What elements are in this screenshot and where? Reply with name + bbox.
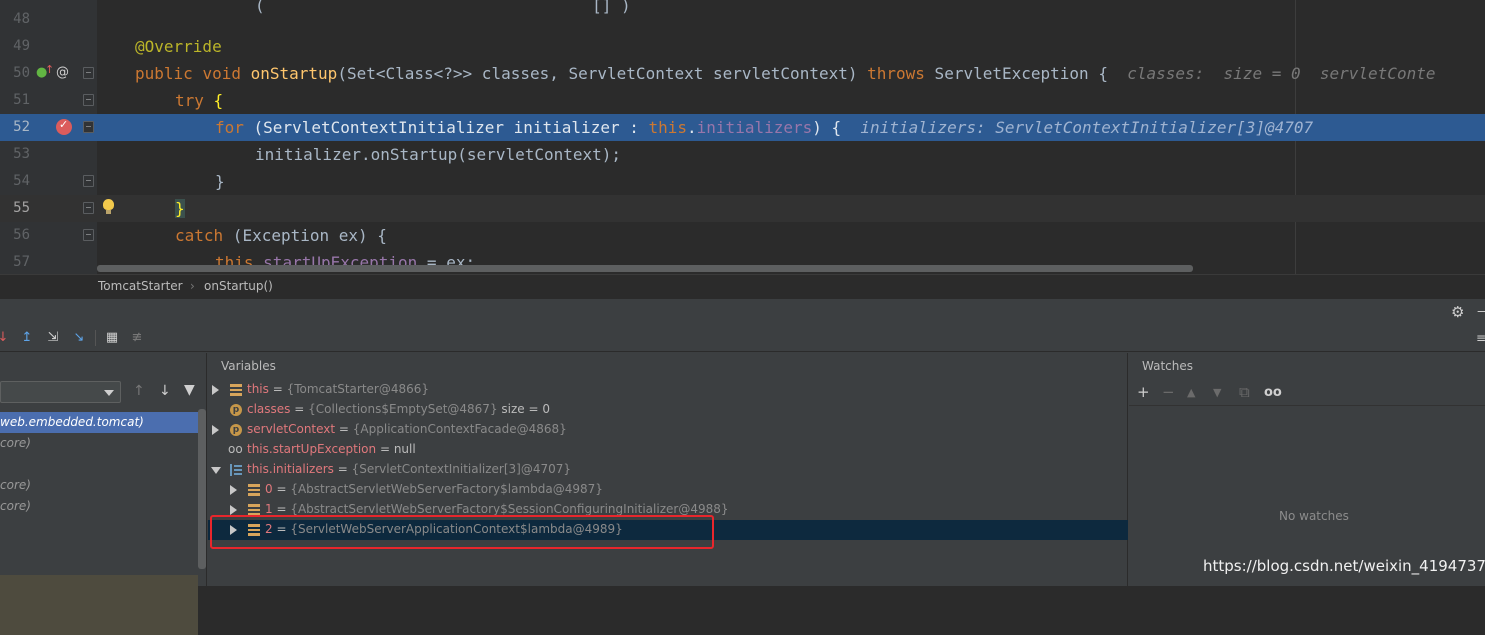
debug-toolbar: ↓ ↥ ⇲ ↘ ▦ ≢ ≡ (0, 324, 1485, 352)
add-watch-icon[interactable]: + (1137, 383, 1150, 401)
expand-arrow-icon[interactable] (230, 505, 237, 515)
settings-icon[interactable]: ⚙ (1451, 303, 1464, 321)
watch-glasses-icon: oo (228, 442, 243, 456)
horizontal-scrollbar[interactable] (97, 265, 1193, 272)
variables-title: Variables (221, 359, 276, 373)
fold-marker[interactable] (83, 202, 94, 214)
code-line-48: 48 (0, 6, 1485, 33)
frame-item[interactable]: core) (0, 475, 198, 496)
line-number: 54 (13, 173, 30, 189)
fold-marker[interactable] (83, 94, 94, 106)
move-up-icon[interactable]: ▲ (1187, 386, 1195, 399)
watches-toolbar: + − ▲ ▼ ⧉ oo (1129, 380, 1485, 406)
variable-row[interactable]: this = {TomcatStarter@4866} (208, 380, 1128, 400)
frame-item[interactable]: core) (0, 433, 198, 454)
code-line-56: 56 catch (Exception ex) { (0, 222, 1485, 249)
watermark: https://blog.csdn.net/weixin_41947378 (1203, 557, 1485, 575)
line-number: 49 (13, 38, 30, 54)
code-line-55-caret: 55 } (0, 195, 1485, 222)
expand-arrow-icon[interactable] (212, 385, 219, 395)
variable-row[interactable]: p servletContext = {ApplicationContextFa… (208, 420, 1128, 440)
object-icon (230, 384, 242, 396)
step-over-icon[interactable]: ↓ (0, 329, 12, 347)
watches-title: Watches (1142, 359, 1193, 373)
fold-marker[interactable] (83, 175, 94, 187)
evaluate-icon[interactable]: ▦ (103, 329, 121, 347)
code-line-49: 49 @Override (0, 33, 1485, 60)
variable-row[interactable]: p classes = {Collections$EmptySet@4867} … (208, 400, 1128, 420)
parameter-icon: p (230, 404, 242, 416)
frames-pane: ↑ ↓ ▼ web.embedded.tomcat) core) core) c… (0, 353, 207, 635)
method-signature: public void onStartup(Set<Class<?>> clas… (135, 64, 1436, 83)
breadcrumb: TomcatStarter › onStartup() (0, 274, 1485, 298)
trace-icon[interactable]: ≢ (128, 329, 146, 347)
array-icon (230, 464, 242, 476)
line-number: 56 (13, 227, 30, 243)
parameter-icon: p (230, 424, 242, 436)
code-line-53: 53 initializer.onStartup(servletContext)… (0, 141, 1485, 168)
line-number: 53 (13, 146, 30, 162)
layout-icon[interactable]: ≡ (1476, 331, 1485, 345)
expand-arrow-icon[interactable] (230, 485, 237, 495)
toolbar-divider (95, 330, 96, 346)
override-annotation: @Override (135, 37, 222, 56)
line-number: 57 (13, 254, 30, 270)
inline-debug-hint: classes: size = 0 servletConte (1127, 64, 1436, 83)
variable-row[interactable]: this.initializers = {ServletContextIniti… (208, 460, 1128, 480)
highlight-box (210, 515, 714, 549)
bulb-icon[interactable] (103, 199, 114, 214)
expand-arrow-icon[interactable] (212, 425, 219, 435)
breakpoint-icon[interactable] (56, 118, 72, 135)
object-icon (248, 484, 260, 496)
fold-marker[interactable] (83, 67, 94, 79)
force-step-into-icon[interactable]: ⇲ (44, 329, 62, 347)
watches-pane: Watches + − ▲ ▼ ⧉ oo No watches (1129, 353, 1485, 586)
duplicate-watch-icon[interactable]: ⧉ (1239, 383, 1250, 401)
code-line-51: 51 try { (0, 87, 1485, 114)
variable-row[interactable]: 0 = {AbstractServletWebServerFactory$lam… (208, 480, 1128, 500)
code-line-54: 54 } (0, 168, 1485, 195)
frame-down-icon[interactable]: ↓ (159, 383, 171, 399)
collapse-arrow-icon[interactable] (211, 467, 221, 474)
line-number: 52 (13, 119, 30, 135)
thread-select[interactable] (0, 381, 121, 403)
remove-watch-icon[interactable]: − (1162, 383, 1175, 401)
fold-marker[interactable] (83, 121, 94, 133)
breadcrumb-method[interactable]: onStartup() (204, 279, 273, 293)
line-number: 55 (13, 200, 30, 216)
move-down-icon[interactable]: ▼ (1213, 386, 1221, 399)
up-arrow-icon: ↑ (45, 63, 55, 76)
glasses-icon[interactable]: oo (1264, 385, 1282, 400)
minimize-icon[interactable]: — (1477, 304, 1485, 319)
frame-item[interactable]: core) (0, 496, 198, 517)
debug-header: ⚙ — (0, 298, 1485, 324)
inline-debug-hint: initializers: ServletContextInitializer[… (860, 118, 1314, 137)
frames-footer (0, 575, 198, 635)
no-watches-text: No watches (1279, 509, 1349, 523)
code-line-50: 50 ● ↑ @ public void onStartup(Set<Class… (0, 60, 1485, 87)
breadcrumb-class[interactable]: TomcatStarter (98, 279, 183, 293)
code-line-52-execution-point: 52 for (ServletContextInitializer initia… (0, 114, 1485, 141)
run-to-cursor-icon[interactable]: ↘ (70, 329, 88, 347)
frames-scrollbar[interactable] (198, 409, 206, 569)
line-number: 50 (13, 65, 30, 81)
code-editor[interactable]: ( [] ) 48 49 @Override 50 ● ↑ @ public v… (0, 0, 1485, 274)
breadcrumb-separator: › (190, 279, 195, 293)
step-into-icon[interactable]: ↥ (18, 329, 36, 347)
override-icon[interactable]: @ (56, 65, 69, 80)
frame-up-icon[interactable]: ↑ (133, 383, 145, 399)
frame-item[interactable]: web.embedded.tomcat) (0, 412, 198, 433)
line-number: 48 (13, 11, 30, 27)
variable-row[interactable]: oo this.startUpException = null (208, 440, 1128, 460)
variables-pane: Variables this = {TomcatStarter@4866} p … (208, 353, 1128, 586)
filter-icon[interactable]: ▼ (184, 382, 195, 398)
fold-marker[interactable] (83, 229, 94, 241)
line-number: 51 (13, 92, 30, 108)
